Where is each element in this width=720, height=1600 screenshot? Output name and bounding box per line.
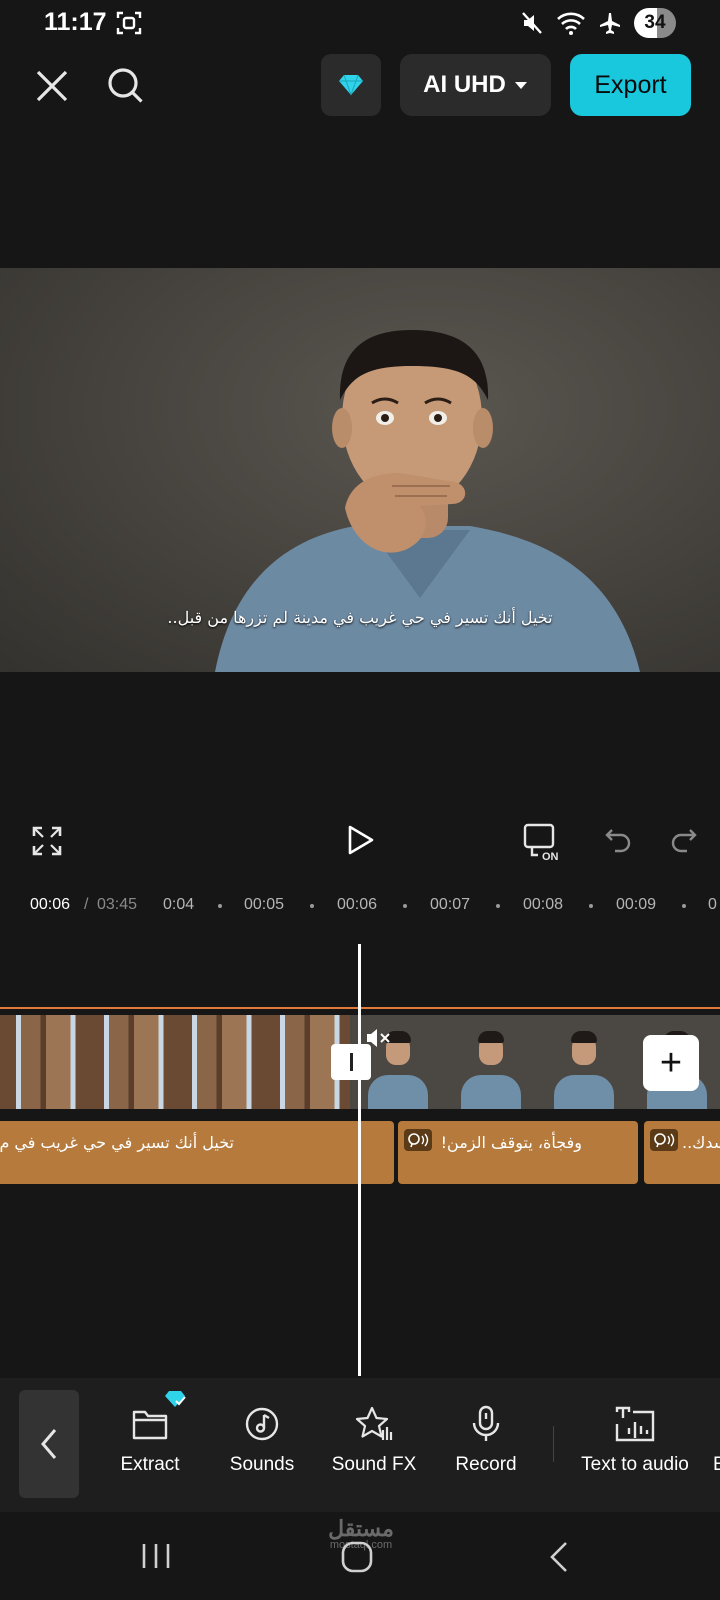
text-to-audio-icon	[615, 1404, 655, 1444]
ruler-dot	[403, 904, 407, 908]
ruler-tick: 00:08	[523, 896, 564, 913]
clip-thumbnail	[176, 1015, 264, 1109]
clip-thumbnail	[443, 1015, 536, 1109]
ruler-tick: 0:04	[163, 896, 195, 913]
clip-thumbnail	[88, 1015, 176, 1109]
add-clip-button[interactable]: +	[643, 1035, 699, 1091]
tool-label: Sounds	[229, 1454, 295, 1475]
tool-sound-fx[interactable]: Sound FX	[328, 1404, 420, 1476]
close-button[interactable]	[28, 62, 76, 110]
tool-partial-label[interactable]: E	[713, 1454, 720, 1476]
caret-down-icon	[514, 82, 527, 89]
svg-text:ON: ON	[542, 851, 559, 862]
tool-extract[interactable]: Extract	[111, 1391, 189, 1476]
pro-button[interactable]	[321, 54, 381, 116]
recent-apps-icon[interactable]	[141, 1542, 171, 1570]
airplane-icon	[600, 13, 620, 34]
back-icon[interactable]	[548, 1540, 570, 1574]
chevron-left-icon	[41, 1429, 57, 1459]
toolbar-back-button[interactable]	[19, 1390, 79, 1498]
playhead[interactable]	[358, 944, 361, 1376]
close-icon	[36, 70, 68, 102]
ruler-dot	[310, 904, 314, 908]
tool-record[interactable]: Record	[450, 1404, 522, 1476]
wifi-icon	[557, 12, 585, 35]
total-duration: 03:45	[97, 896, 138, 913]
tool-label: Record	[455, 1454, 517, 1475]
screen-capture-icon	[116, 11, 142, 35]
undo-icon[interactable]	[604, 826, 632, 854]
search-icon	[108, 68, 143, 103]
text-clip-label: سدك..	[682, 1133, 720, 1152]
home-icon[interactable]	[340, 1540, 374, 1574]
video-preview[interactable]: تخيل أنك تسير في حي غريب في مدينة لم تزر…	[0, 268, 720, 672]
system-nav-bar: مستقل mostaql.com	[0, 1512, 720, 1600]
clip-trim-handle[interactable]	[331, 1044, 371, 1080]
text-to-speech-badge-icon	[404, 1129, 432, 1151]
ruler-dot	[218, 904, 222, 908]
ruler-dot	[589, 904, 593, 908]
text-clip[interactable]: وفجأة، يتوقف الزمن!	[398, 1121, 638, 1184]
tool-label: Extract	[120, 1454, 180, 1475]
status-clock: 11:17	[44, 8, 107, 36]
clip-thumbnail	[0, 1015, 88, 1109]
audio-toolbar: Extract Sounds Sound FX Record Text to a…	[0, 1378, 720, 1512]
play-icon[interactable]	[346, 824, 376, 856]
folder-icon	[130, 1391, 186, 1444]
tool-sounds[interactable]: Sounds	[222, 1404, 302, 1476]
text-clip[interactable]: سدك..	[644, 1121, 720, 1184]
star-sound-icon	[354, 1404, 394, 1444]
diamond-icon	[339, 74, 363, 96]
ruler-tick: 00:09	[616, 896, 657, 913]
music-note-icon	[242, 1404, 282, 1444]
ruler-dot	[496, 904, 500, 908]
quality-dropdown[interactable]: AI UHD	[400, 54, 551, 116]
ruler-tick: 00:06	[337, 896, 378, 913]
editor-top-bar: AI UHD Export	[0, 54, 720, 116]
video-clip-architecture[interactable]	[0, 1015, 350, 1109]
auto-caption-toggle-icon[interactable]: ON	[522, 822, 564, 862]
tool-label: Sound FX	[331, 1454, 417, 1475]
tool-text-to-audio[interactable]: Text to audio	[572, 1404, 698, 1476]
ruler-tick: 0	[708, 896, 717, 913]
ruler-tick: 00:05	[244, 896, 285, 913]
mute-icon	[522, 12, 542, 34]
microphone-icon	[466, 1404, 506, 1444]
status-bar: 11:17 34	[0, 0, 720, 46]
time-separator: /	[84, 896, 89, 913]
timeline-ruler[interactable]: 00:06 / 03:45 0:04 00:05 00:06 00:07 00:…	[0, 890, 720, 924]
tool-label: Text to audio	[581, 1454, 689, 1475]
fullscreen-icon[interactable]	[32, 826, 62, 856]
search-button[interactable]	[102, 62, 150, 110]
ruler-tick: 00:07	[430, 896, 471, 913]
playback-controls: ON	[0, 812, 720, 872]
current-time: 00:06	[30, 896, 71, 913]
toolbar-divider	[553, 1426, 554, 1462]
export-button[interactable]: Export	[570, 54, 691, 116]
text-clip-label: وفجأة، يتوقف الزمن!	[440, 1133, 582, 1152]
redo-icon[interactable]	[670, 826, 698, 854]
text-clip[interactable]: تخيل أنك تسير في حي غريب في م	[0, 1121, 394, 1184]
battery-indicator: 34	[634, 8, 676, 38]
quality-label: AI UHD	[423, 71, 506, 98]
clip-thumbnail	[536, 1015, 629, 1109]
preview-subtitle: تخيل أنك تسير في حي غريب في مدينة لم تزر…	[167, 608, 553, 627]
ruler-dot	[682, 904, 686, 908]
pro-diamond-icon	[165, 1391, 186, 1407]
text-to-speech-badge-icon	[650, 1129, 678, 1151]
text-clip-label: تخيل أنك تسير في حي غريب في م	[0, 1133, 234, 1152]
